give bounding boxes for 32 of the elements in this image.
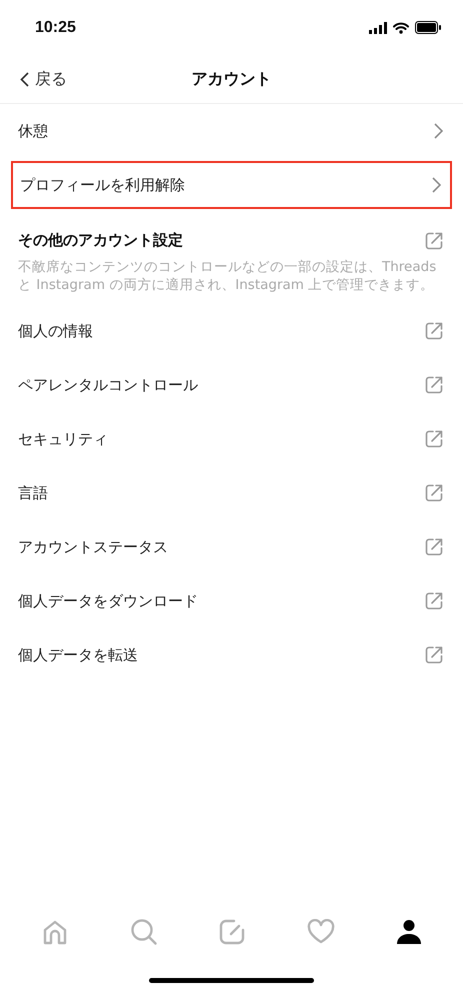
screen-title: アカウント [192,68,272,90]
back-button[interactable]: 戻る [20,68,67,90]
external-link-icon [425,484,443,502]
wifi-icon [393,22,409,34]
signal-icon [369,22,387,34]
external-link-icon [425,430,443,448]
chevron-left-icon [20,72,29,86]
menu-item[interactable]: 個人の情報 [0,304,463,358]
menu-item[interactable]: ペアレンタルコントロール [0,358,463,412]
menu-item[interactable]: 個人データを転送 [0,628,463,682]
menu-item[interactable]: 言語 [0,466,463,520]
heart-icon[interactable] [306,919,335,945]
battery-icon [415,21,441,34]
profile-icon[interactable] [396,919,422,945]
menu-item[interactable]: 休憩 [0,104,463,158]
menu-item[interactable]: 個人データをダウンロード [0,574,463,628]
external-link-icon [425,538,443,556]
external-link-icon [425,592,443,610]
compose-icon[interactable] [219,919,246,945]
chevron-right-icon [431,177,441,193]
chevron-right-icon [433,123,443,139]
status-time: 10:25 [35,18,76,36]
menu-item[interactable]: アカウントステータス [0,520,463,574]
external-link-icon [425,322,443,340]
external-link-icon [425,646,443,664]
menu-item[interactable]: セキュリティ [0,412,463,466]
section-title: その他のアカウント設定 [18,231,183,250]
highlighted-menu-item[interactable]: プロフィールを利用解除 [11,161,452,209]
external-link-icon [425,376,443,394]
external-link-icon [425,232,443,250]
section-description: 不敵席なコンテンツのコントロールなどの一部の設定は、Threads と Instagram の両方に適用され、Instagram 上で管理できます。 [18,258,438,294]
search-icon[interactable] [130,918,158,946]
